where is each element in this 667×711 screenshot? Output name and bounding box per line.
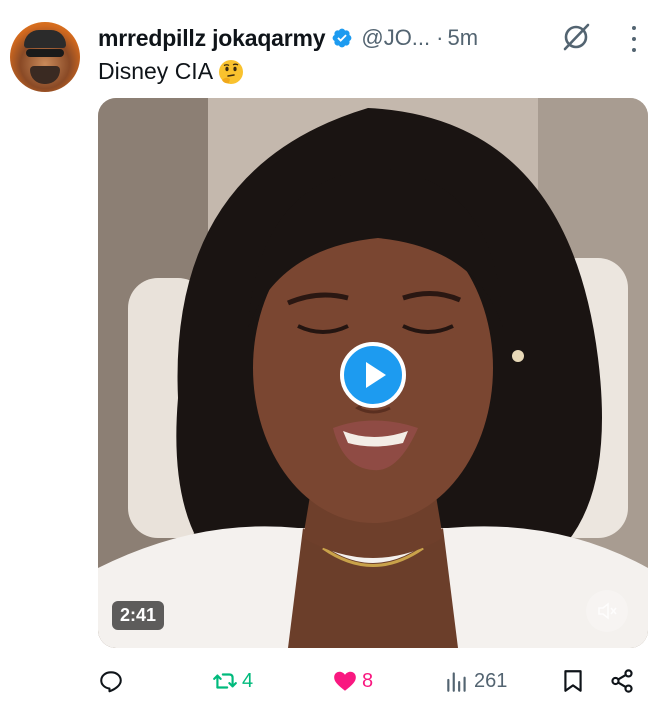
separator-dot: · (436, 25, 444, 50)
verified-badge-icon (331, 27, 353, 49)
tweet-action-bar: 4 8 261 (98, 664, 648, 698)
reply-icon (100, 671, 122, 693)
reply-button[interactable] (98, 664, 128, 698)
heart-icon (334, 671, 356, 691)
author-avatar[interactable] (10, 22, 80, 92)
tweet-text: Disney CIA (98, 58, 244, 85)
retweet-count: 4 (242, 669, 254, 692)
like-button[interactable]: 8 (332, 664, 373, 698)
views-button[interactable]: 261 (444, 664, 507, 698)
post-time[interactable]: 5m (447, 25, 478, 51)
author-handle[interactable]: @JO... (361, 25, 430, 51)
video-player[interactable]: 2:41 (98, 98, 648, 648)
bookmark-button[interactable] (560, 664, 586, 698)
thinking-face-emoji-icon (218, 59, 244, 85)
play-button[interactable] (340, 342, 406, 408)
grok-icon[interactable] (561, 22, 591, 52)
share-button[interactable] (609, 664, 635, 698)
tweet-text-content: Disney CIA (98, 58, 214, 84)
author-display-name[interactable]: mrredpillz jokaqarmy (98, 25, 326, 52)
more-options-icon[interactable] (624, 26, 644, 52)
play-icon (366, 362, 386, 388)
like-count: 8 (362, 669, 374, 692)
avatar-beard (30, 66, 60, 84)
mute-toggle-button[interactable] (586, 590, 628, 632)
video-duration-badge: 2:41 (112, 601, 165, 630)
views-icon (447, 672, 466, 692)
bookmark-icon (564, 670, 582, 692)
avatar-glasses (26, 49, 64, 57)
avatar-cap (24, 30, 66, 48)
share-icon (611, 669, 633, 693)
views-count: 261 (474, 669, 508, 692)
speaker-muted-icon (598, 602, 617, 620)
retweet-button[interactable]: 4 (212, 664, 253, 698)
retweet-icon (213, 673, 237, 689)
tweet-header: mrredpillz jokaqarmy @JO... · 5m (98, 22, 478, 54)
